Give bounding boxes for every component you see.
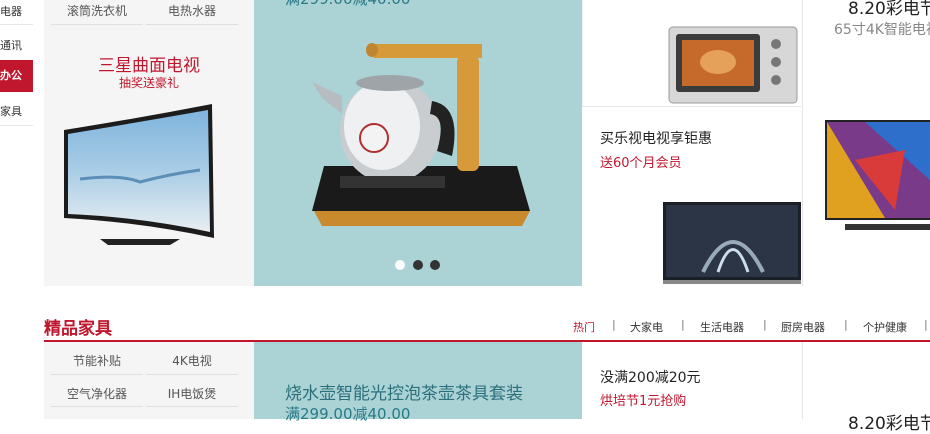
carousel-dot[interactable] bbox=[430, 260, 440, 270]
kettle-image bbox=[312, 43, 530, 226]
tag-link[interactable]: 节能补贴 bbox=[51, 352, 143, 369]
right-bottom-title: 8.20彩电节 bbox=[848, 414, 930, 434]
carousel-price-text: 满299.00减40.00 bbox=[285, 0, 410, 9]
right-subtitle: 65寸4K智能电视 bbox=[834, 22, 930, 38]
category-item[interactable]: 通讯 bbox=[0, 37, 33, 53]
letv-subtitle: 送60个月会员 bbox=[600, 156, 682, 171]
nav-kitchen[interactable]: 厨房电器 bbox=[781, 319, 825, 335]
letv-title: 买乐视电视享钜惠 bbox=[600, 131, 712, 147]
tag-link[interactable]: 4K电视 bbox=[146, 352, 238, 369]
curved-tv-image bbox=[64, 104, 214, 245]
right-title: 8.20彩电节 bbox=[848, 0, 930, 19]
carousel-dot[interactable] bbox=[395, 260, 405, 270]
tag-link[interactable]: IH电饭煲 bbox=[146, 385, 238, 402]
nav-separator: | bbox=[681, 318, 685, 331]
right-bottom-tile[interactable] bbox=[802, 342, 930, 419]
letv-tv-image bbox=[663, 202, 801, 284]
tv-promo-title: 三星曲面电视 bbox=[98, 56, 200, 76]
bakery-subtitle: 烘培节1元抢购 bbox=[600, 394, 687, 409]
tag-link[interactable]: 空气净化器 bbox=[51, 385, 143, 402]
category-item-active[interactable]: 办公 bbox=[0, 60, 33, 92]
nav-separator: | bbox=[612, 318, 616, 331]
tag-link[interactable]: 滚筒洗衣机 bbox=[51, 2, 143, 19]
carousel-dot[interactable] bbox=[413, 260, 423, 270]
tag-link[interactable]: 电热水器 bbox=[146, 2, 238, 19]
bakery-title: 没满200减20元 bbox=[600, 370, 701, 386]
tv-promo-subtitle: 抽奖送豪礼 bbox=[118, 76, 179, 90]
section-title: 精品家具 bbox=[44, 319, 112, 339]
nav-life-appliance[interactable]: 生活电器 bbox=[700, 319, 744, 335]
nav-separator: | bbox=[924, 318, 928, 331]
kettle-promo-price: 满299.00减40.00 bbox=[285, 405, 411, 423]
nav-separator: | bbox=[844, 318, 848, 331]
nav-big-appliance[interactable]: 大家电 bbox=[630, 319, 663, 335]
nav-hot[interactable]: 热门 bbox=[573, 319, 595, 335]
nav-personal-care[interactable]: 个护健康 bbox=[863, 319, 907, 335]
category-item[interactable]: 家具 bbox=[0, 103, 33, 119]
category-item[interactable]: 电器 bbox=[0, 3, 33, 19]
4k-tv-image bbox=[825, 120, 930, 230]
nav-separator: | bbox=[763, 318, 767, 331]
kettle-promo-title: 烧水壶智能光控泡茶壶茶具套装 bbox=[285, 384, 523, 404]
oven-image bbox=[668, 26, 798, 104]
